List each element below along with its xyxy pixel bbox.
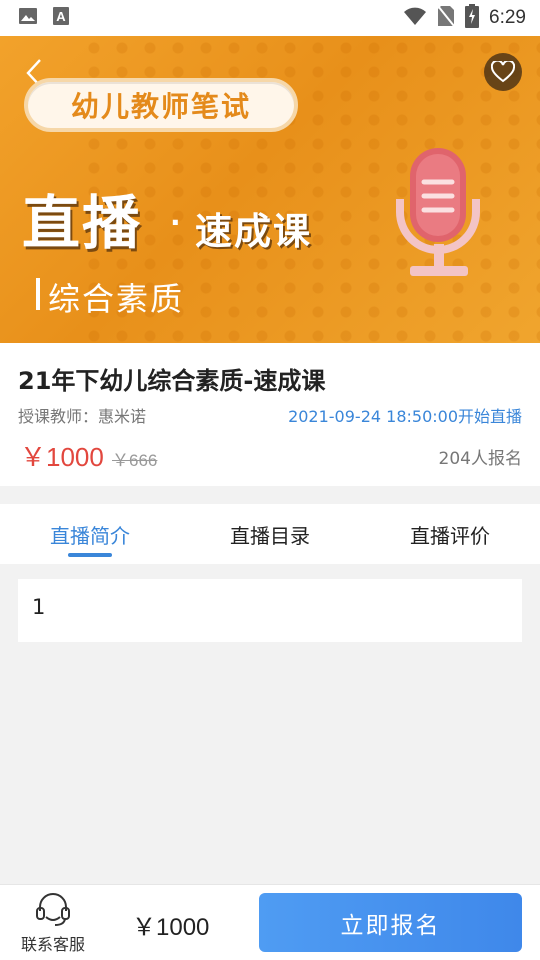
wifi-icon <box>403 6 427 30</box>
bottom-bar: 联系客服 ￥1000 立即报名 <box>0 884 540 960</box>
tab-label: 直播评价 <box>410 523 490 548</box>
status-time: 6:29 <box>489 7 526 28</box>
live-start-time: 2021-09-24 18:50:00开始直播 <box>288 407 522 426</box>
tab-active-indicator <box>68 553 112 557</box>
intro-text: 1 <box>32 595 46 619</box>
original-price: ￥666 <box>112 451 158 470</box>
microphone-icon <box>388 144 488 284</box>
enrolled-count: 204人报名 <box>438 449 522 469</box>
course-info: 21年下幼儿综合素质-速成课 授课教师：惠米诺 2021-09-24 18:50… <box>0 343 540 486</box>
intro-content: 1 <box>18 579 522 642</box>
banner-live-title: 直播 <box>22 189 143 257</box>
tab-intro[interactable]: 直播简介 <box>0 504 180 564</box>
banner-divider-bar <box>36 278 40 310</box>
bottom-price: ￥1000 <box>132 914 210 941</box>
tab-label: 直播简介 <box>50 523 130 548</box>
banner-live-subtitle: 速成课 <box>195 209 312 253</box>
a-icon: A <box>52 6 70 30</box>
teacher-name: 授课教师：惠米诺 <box>18 407 147 426</box>
course-title: 21年下幼儿综合素质-速成课 <box>18 367 326 395</box>
favorite-button[interactable] <box>484 53 522 91</box>
tab-label: 直播目录 <box>230 523 310 548</box>
svg-text:A: A <box>56 9 66 24</box>
tab-catalog[interactable]: 直播目录 <box>180 504 360 564</box>
banner-pill-text: 幼儿教师笔试 <box>70 90 251 123</box>
tab-bar: 直播简介 直播目录 直播评价 <box>0 504 540 564</box>
banner-dot: · <box>170 206 181 239</box>
course-banner: 幼儿教师笔试 直播 · 速成课 综合素质 <box>0 36 540 343</box>
tab-reviews[interactable]: 直播评价 <box>360 504 540 564</box>
banner-subject: 综合素质 <box>48 280 185 318</box>
battery-charging-icon <box>465 4 480 32</box>
image-icon <box>18 7 38 29</box>
status-bar: A 6:29 <box>0 0 540 36</box>
heart-icon <box>491 61 515 83</box>
headset-icon <box>36 893 70 926</box>
course-price: ￥1000 <box>20 442 104 472</box>
enroll-button[interactable]: 立即报名 <box>259 893 522 952</box>
customer-service-label: 联系客服 <box>20 935 85 954</box>
no-sim-icon <box>437 5 455 31</box>
customer-service-button[interactable]: 联系客服 <box>16 891 90 957</box>
banner-pill: 幼儿教师笔试 <box>24 78 298 132</box>
